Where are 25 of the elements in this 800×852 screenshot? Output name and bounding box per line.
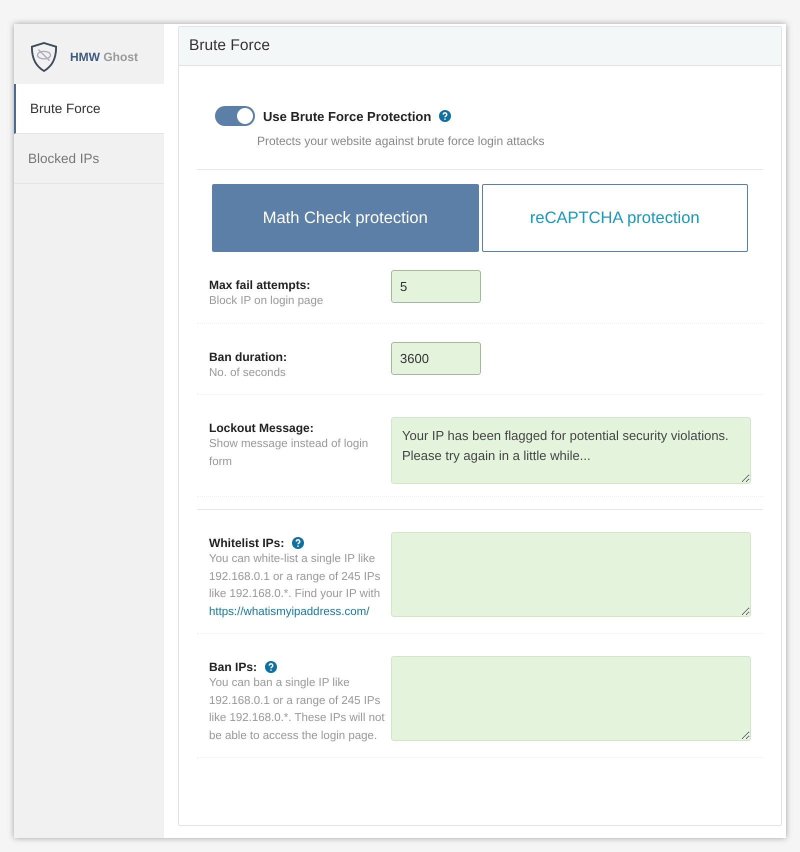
setting-description: No. of seconds xyxy=(209,366,287,380)
shield-logo-icon xyxy=(30,41,58,73)
setting-label: Lockout Message: xyxy=(209,421,314,435)
setting-label: Max fail attempts: xyxy=(209,278,310,292)
text-area[interactable]: Your IP has been flagged for potential security violations. Please try again in a little while... xyxy=(391,417,751,484)
setting-label: Ban IPs: xyxy=(209,660,258,674)
text-area[interactable] xyxy=(391,656,751,741)
sidebar-item[interactable]: Brute Force xyxy=(14,84,164,134)
setting-description: Show message instead of login form xyxy=(209,437,370,470)
toggle-description: Protects your website against brute force login attacks xyxy=(257,134,546,148)
protection-tab[interactable]: Math Check protection xyxy=(212,184,478,252)
setting-description: Block IP on login page xyxy=(209,294,324,309)
toggle-label: Use Brute Force Protection xyxy=(263,108,432,124)
brand-name: HMW Ghost xyxy=(70,50,138,64)
input-field[interactable]: 5 xyxy=(391,270,481,303)
setting-description: You can white-list a single IP like 192.168.0.1 or a range of 245 IPs like 192.168.0.*. Find your IP with https://whatismyipaddress.com/ xyxy=(209,552,382,620)
setting-description: You can ban a single IP like 192.168.0.1 or a range of 245 IPs like 192.168.0.*. These IPs will not be able to access the login page. xyxy=(209,676,385,744)
text-area[interactable] xyxy=(391,532,751,617)
ip-lookup-link[interactable]: https://whatismyipaddress.com/ xyxy=(209,606,370,618)
panel-title: Brute Force xyxy=(179,27,781,66)
input-field[interactable]: 3600 xyxy=(391,342,481,374)
setting-label: Whitelist IPs: xyxy=(209,536,284,550)
sidebar-item[interactable]: Blocked IPs xyxy=(14,134,164,184)
toggle-switch[interactable] xyxy=(215,106,255,126)
setting-label: Ban duration: xyxy=(209,350,287,364)
